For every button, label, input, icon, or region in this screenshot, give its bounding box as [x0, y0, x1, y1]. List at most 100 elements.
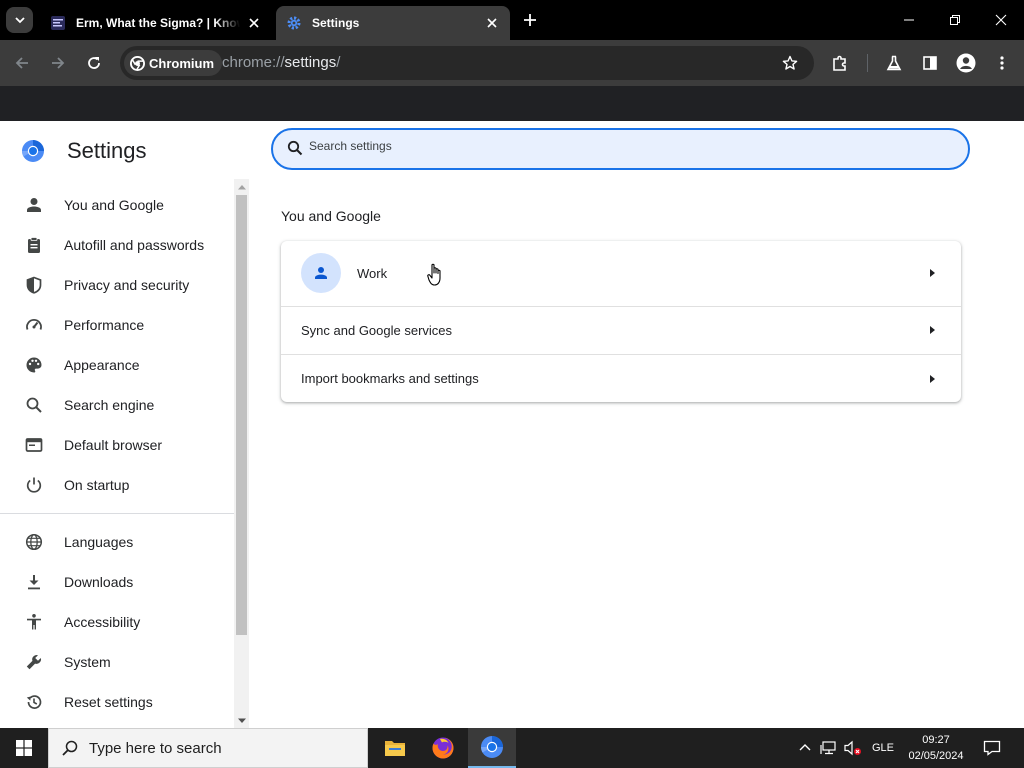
minimize-icon — [904, 19, 914, 21]
start-button[interactable] — [0, 728, 48, 768]
close-window-button[interactable] — [978, 0, 1024, 40]
chevron-up-icon — [799, 744, 811, 751]
menu-button[interactable] — [990, 51, 1014, 75]
clock-time: 09:27 — [922, 734, 950, 746]
hand-cursor-icon — [427, 263, 441, 286]
sidebar-item-accessibility[interactable]: Accessibility — [0, 602, 234, 642]
restore-icon — [950, 15, 960, 25]
site-info-chip[interactable]: Chromium — [124, 50, 222, 76]
tray-volume-button[interactable] — [842, 728, 864, 768]
site-chip-label: Chromium — [149, 55, 214, 71]
taskbar-clock[interactable]: 09:27 02/05/2024 — [900, 732, 972, 764]
side-panel-button[interactable] — [918, 51, 942, 75]
arrow-right-icon — [930, 326, 935, 334]
search-icon — [287, 140, 303, 156]
sidebar-item-label: Languages — [64, 534, 134, 550]
scroll-up-button[interactable] — [234, 179, 249, 194]
profile-row[interactable]: Work — [281, 241, 961, 305]
taskbar-file-explorer[interactable] — [371, 728, 419, 768]
sidebar-divider — [0, 513, 234, 514]
sidebar-item-default-browser[interactable]: Default browser — [0, 425, 234, 465]
arrow-right-icon — [930, 374, 935, 383]
taskbar-firefox[interactable] — [419, 728, 467, 768]
sidebar-item-languages[interactable]: Languages — [0, 522, 234, 562]
tray-overflow-button[interactable] — [795, 728, 815, 768]
labs-button[interactable] — [882, 51, 906, 75]
scrollbar-thumb[interactable] — [236, 195, 247, 635]
sidebar-item-label: System — [64, 654, 111, 670]
sidebar-item-reset-settings[interactable]: Reset settings — [0, 682, 234, 722]
section-title: You and Google — [281, 208, 381, 224]
tab-know-your-meme[interactable]: Erm, What the Sigma? | Know Your Meme — [40, 6, 272, 40]
sidebar-item-system[interactable]: System — [0, 642, 234, 682]
minimize-button[interactable] — [886, 0, 932, 40]
forward-button[interactable] — [46, 51, 70, 75]
palette-icon — [24, 355, 44, 375]
profile-button[interactable] — [954, 51, 978, 75]
scroll-down-button[interactable] — [234, 713, 249, 728]
arrow-right-icon — [52, 57, 65, 69]
tab-search-button[interactable] — [6, 7, 33, 33]
search-icon — [24, 395, 44, 415]
url-path: / — [336, 54, 341, 71]
search-input[interactable] — [309, 139, 909, 153]
volume-muted-icon — [844, 740, 861, 756]
import-bookmarks-row[interactable]: Import bookmarks and settings — [281, 354, 961, 402]
settings-gear-icon — [286, 15, 302, 31]
taskbar-chromium[interactable] — [468, 728, 516, 768]
settings-search-box[interactable] — [271, 128, 970, 170]
sidebar-item-autofill[interactable]: Autofill and passwords — [0, 225, 234, 265]
taskbar-search-box[interactable]: Type here to search — [48, 728, 368, 768]
plus-icon — [524, 14, 536, 26]
accessibility-icon — [24, 612, 44, 632]
sidebar-item-label: Downloads — [64, 574, 134, 590]
globe-icon — [24, 532, 44, 552]
close-tab-icon[interactable] — [246, 15, 262, 31]
sidebar-item-you-and-google[interactable]: You and Google — [0, 185, 234, 225]
sidebar-item-label: Performance — [64, 317, 145, 333]
reload-button[interactable] — [82, 51, 106, 75]
download-icon — [24, 572, 44, 592]
arrow-right-icon — [930, 269, 935, 277]
sidebar-item-label: Reset settings — [64, 694, 153, 710]
reload-icon — [88, 57, 100, 69]
arrow-left-icon — [15, 57, 28, 69]
notification-icon — [983, 740, 1001, 756]
sidebar-item-privacy[interactable]: Privacy and security — [0, 265, 234, 305]
settings-sidebar: You and Google Autofill and passwords Pr… — [0, 179, 234, 728]
clock-date: 02/05/2024 — [908, 750, 964, 762]
back-button[interactable] — [10, 51, 34, 75]
history-icon — [24, 692, 44, 712]
sidebar-scrollbar[interactable] — [234, 179, 249, 728]
puzzle-icon — [833, 55, 846, 71]
close-tab-icon[interactable] — [484, 15, 500, 31]
more-vert-icon — [1000, 56, 1004, 70]
tab-settings[interactable]: Settings — [276, 6, 510, 40]
address-bar[interactable]: Chromium chrome://settings/ — [120, 46, 814, 80]
sidebar-item-label: On startup — [64, 477, 130, 493]
row-label: Import bookmarks and settings — [301, 371, 479, 386]
caret-down-icon — [237, 718, 246, 723]
sidebar-item-search-engine[interactable]: Search engine — [0, 385, 234, 425]
sidebar-item-downloads[interactable]: Downloads — [0, 562, 234, 602]
notifications-button[interactable] — [978, 728, 1006, 768]
restore-button[interactable] — [932, 0, 978, 40]
side-panel-icon — [923, 56, 937, 70]
sidebar-item-performance[interactable]: Performance — [0, 305, 234, 345]
sidebar-item-label: Privacy and security — [64, 277, 190, 293]
browser-titlebar: Erm, What the Sigma? | Know Your Meme Se… — [0, 0, 1024, 40]
url-text[interactable]: chrome://settings/ — [222, 54, 340, 71]
tray-language-button[interactable]: GLE — [867, 728, 899, 768]
avatar — [301, 253, 341, 293]
sidebar-item-label: You and Google — [64, 197, 164, 213]
sidebar-item-appearance[interactable]: Appearance — [0, 345, 234, 385]
tray-network-button[interactable] — [818, 728, 840, 768]
new-tab-button[interactable] — [520, 10, 540, 30]
star-icon — [782, 55, 798, 70]
sync-google-services-row[interactable]: Sync and Google services — [281, 306, 961, 353]
extensions-button[interactable] — [828, 51, 852, 75]
sidebar-item-on-startup[interactable]: On startup — [0, 465, 234, 505]
windows-taskbar: Type here to search GLE 09:27 02/05/2024 — [0, 728, 1024, 768]
shield-icon — [24, 275, 44, 295]
bookmark-star-button[interactable] — [778, 51, 802, 75]
